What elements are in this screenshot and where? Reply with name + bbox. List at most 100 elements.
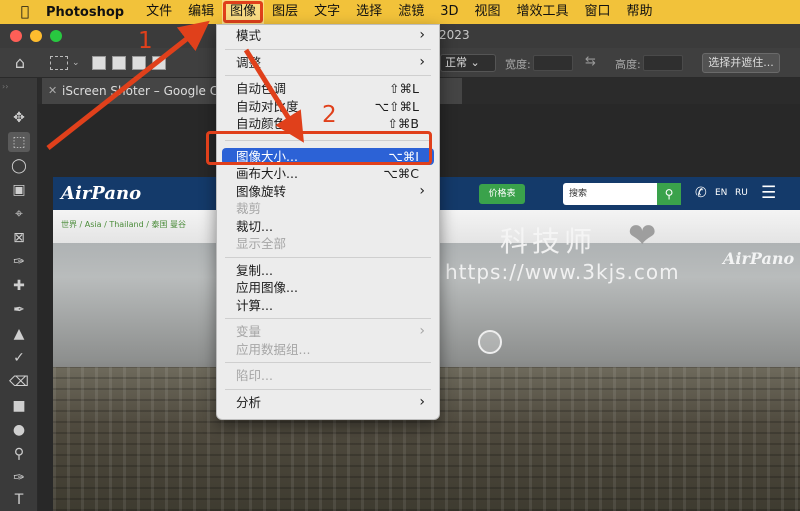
- menu-item-crop: 裁剪: [217, 200, 439, 218]
- home-icon[interactable]: ⌂: [0, 53, 40, 72]
- select-and-mask-button[interactable]: 选择并遮住...: [702, 53, 780, 73]
- style-select-value: 正常: [445, 56, 467, 69]
- menu-file[interactable]: 文件: [138, 0, 180, 24]
- lang-en: EN: [715, 188, 728, 198]
- menu-image[interactable]: 图像: [222, 0, 265, 24]
- menu-item-duplicate[interactable]: 复制...: [217, 262, 439, 280]
- menu-item-label: 调整: [236, 54, 262, 70]
- menu-type[interactable]: 文字: [306, 0, 348, 24]
- menu-view[interactable]: 视图: [466, 0, 508, 24]
- site-search-input: 搜索: [563, 183, 657, 205]
- menu-help[interactable]: 帮助: [619, 0, 661, 24]
- brush-tool-icon[interactable]: ✒: [8, 300, 30, 320]
- eyedropper-tool-icon[interactable]: ✑: [8, 252, 30, 272]
- menu-item-analysis[interactable]: 分析 ›: [217, 394, 439, 412]
- annotation-step-2: 2: [322, 102, 337, 128]
- menu-select[interactable]: 选择: [348, 0, 390, 24]
- tools-panel: ›› ✥ ⬚ ◯ ▣ ⌖ ⊠ ✑ ✚ ✒ ▲ ✓ ⌫ ■ ● ⚲ ✑ T: [0, 78, 38, 511]
- chevron-right-icon: ›: [419, 393, 425, 410]
- menu-item-trim[interactable]: 裁切...: [217, 218, 439, 236]
- menu-edit[interactable]: 编辑: [180, 0, 222, 24]
- blur-tool-icon[interactable]: ●: [8, 420, 30, 440]
- menu-item-shortcut: ⇧⌘L: [389, 81, 419, 96]
- menu-item-image-rotation[interactable]: 图像旋转 ›: [217, 183, 439, 201]
- gradient-tool-icon[interactable]: ■: [8, 396, 30, 416]
- height-label: 高度:: [615, 58, 641, 71]
- intersect-selection-icon[interactable]: [151, 55, 166, 70]
- menu-separator: [225, 75, 431, 76]
- menu-item-label: 图像旋转: [236, 183, 287, 199]
- apple-icon[interactable]: : [14, 4, 36, 20]
- chevron-right-icon: ›: [419, 27, 425, 43]
- hamburger-menu-icon: ☰: [761, 183, 777, 203]
- menu-3d[interactable]: 3D: [432, 0, 466, 24]
- crop-tool-icon[interactable]: ⌖: [8, 204, 30, 224]
- menu-item-variables: 变量 ›: [217, 323, 439, 341]
- menu-item-label: 复制...: [236, 262, 273, 278]
- menu-separator: [225, 388, 431, 390]
- marquee-preset-icon[interactable]: [50, 55, 68, 70]
- macos-menubar:  Photoshop 文件 编辑 图像 图层 文字 选择 滤镜 3D 视图 增…: [0, 0, 800, 24]
- menu-item-apply-image[interactable]: 应用图像...: [217, 279, 439, 297]
- panel-grip-icon[interactable]: ››: [2, 82, 8, 91]
- menu-item-reveal-all: 显示全部: [217, 235, 439, 253]
- menu-item-label: 计算...: [236, 297, 273, 313]
- menu-item-shortcut: ⌥⌘C: [383, 166, 419, 181]
- marquee-tool-icon[interactable]: ⬚: [8, 132, 30, 152]
- menu-item-label: 自动色调: [236, 81, 287, 96]
- object-select-tool-icon[interactable]: ▣: [8, 180, 30, 200]
- menu-item-calculations[interactable]: 计算...: [217, 297, 439, 315]
- subtract-selection-icon[interactable]: [131, 55, 146, 70]
- menu-layer[interactable]: 图层: [264, 0, 306, 24]
- annotation-highlight-box: [206, 131, 432, 165]
- heart-icon: ❤: [628, 216, 657, 256]
- menu-item-label: 分析: [236, 394, 262, 410]
- pen-tool-icon[interactable]: ✑: [8, 468, 30, 488]
- airpano-logo: AirPano: [61, 183, 142, 204]
- healing-tool-icon[interactable]: ✚: [8, 276, 30, 296]
- stamp-tool-icon[interactable]: ▲: [8, 324, 30, 344]
- new-selection-icon[interactable]: [91, 55, 106, 70]
- swap-icon[interactable]: ⇆: [585, 54, 596, 69]
- menu-item-label: 显示全部: [236, 236, 287, 251]
- menu-item-shortcut: ⇧⌘B: [387, 116, 419, 131]
- history-brush-tool-icon[interactable]: ✓: [8, 348, 30, 368]
- phone-icon: ✆: [695, 185, 707, 201]
- menu-item-label: 模式: [236, 28, 262, 43]
- menu-item-label: 陷印...: [236, 368, 273, 383]
- style-select[interactable]: 正常 ⌄: [440, 54, 496, 72]
- menu-window[interactable]: 窗口: [577, 0, 619, 24]
- dodge-tool-icon[interactable]: ⚲: [8, 444, 30, 464]
- menu-filter[interactable]: 滤镜: [390, 0, 432, 24]
- lasso-tool-icon[interactable]: ◯: [8, 156, 30, 176]
- height-field[interactable]: [643, 55, 683, 71]
- menu-item-label: 应用数据组...: [236, 341, 311, 357]
- move-tool-icon[interactable]: ✥: [8, 108, 30, 128]
- menu-item-label: 自动颜色: [236, 116, 287, 131]
- menu-item-label: 裁切...: [236, 218, 273, 234]
- menu-item-canvas-size[interactable]: 画布大小... ⌥⌘C: [217, 165, 439, 183]
- frame-tool-icon[interactable]: ⊠: [8, 228, 30, 248]
- menu-item-auto-tone[interactable]: 自动色调 ⇧⌘L: [217, 80, 439, 98]
- watermark-url: https://www.3kjs.com: [445, 260, 680, 284]
- menu-item-mode[interactable]: 模式 ›: [217, 27, 439, 45]
- width-label: 宽度:: [505, 58, 531, 71]
- type-tool-icon[interactable]: T: [8, 490, 30, 510]
- eraser-tool-icon[interactable]: ⌫: [8, 372, 30, 392]
- price-button: 价格表: [479, 184, 525, 204]
- annotation-step-1: 1: [138, 28, 153, 54]
- close-tab-icon[interactable]: ✕: [48, 78, 57, 104]
- menu-separator: [225, 318, 431, 319]
- add-selection-icon[interactable]: [111, 55, 126, 70]
- chevron-right-icon: ›: [419, 182, 425, 199]
- menu-item-trap: 陷印...: [217, 367, 439, 385]
- menu-item-label: 变量: [236, 324, 262, 339]
- menu-plugins[interactable]: 增效工具: [509, 0, 577, 24]
- menu-item-apply-data-set: 应用数据组...: [217, 341, 439, 359]
- menu-item-adjustments[interactable]: 调整 ›: [217, 54, 439, 72]
- panorama-hotspot-icon: [478, 330, 502, 354]
- chevron-down-icon[interactable]: ⌄: [72, 58, 80, 68]
- search-icon: ⚲: [657, 183, 681, 205]
- app-menu-photoshop[interactable]: Photoshop: [46, 5, 124, 20]
- width-field[interactable]: [533, 55, 573, 71]
